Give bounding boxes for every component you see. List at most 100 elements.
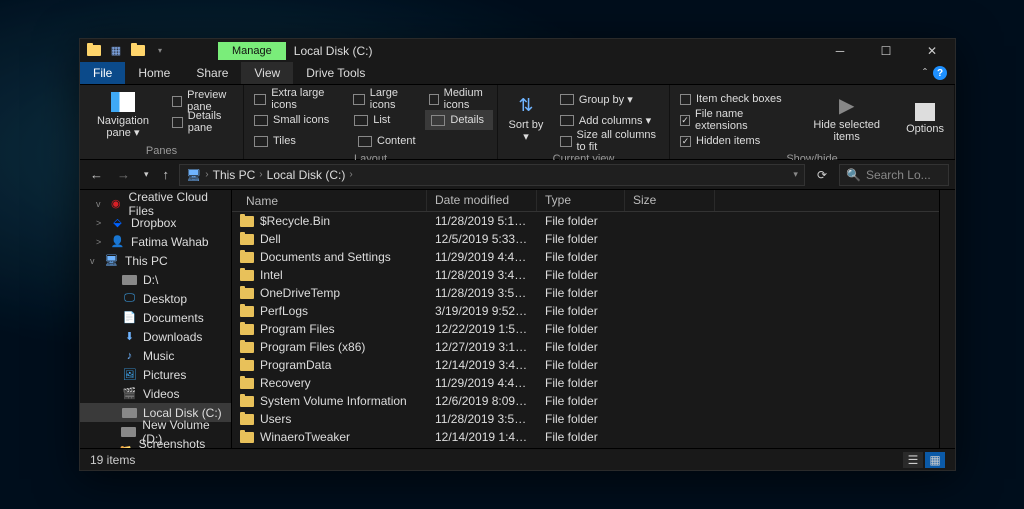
folder-icon: [240, 270, 254, 281]
layout-list-button[interactable]: List: [348, 110, 425, 130]
file-row[interactable]: Recovery11/29/2019 4:41 AMFile folder: [232, 374, 939, 392]
item-count: 19 items: [90, 453, 135, 467]
file-row[interactable]: PerfLogs3/19/2019 9:52 AMFile folder: [232, 302, 939, 320]
expand-icon[interactable]: >: [96, 237, 104, 247]
preview-pane-button[interactable]: Preview pane: [166, 91, 239, 111]
recent-dropdown[interactable]: ▾: [140, 169, 153, 180]
layout-tiles-button[interactable]: Tiles: [248, 131, 352, 151]
sidebar-label: Dropbox: [131, 216, 176, 230]
refresh-button[interactable]: ⟳: [811, 168, 833, 182]
details-view-toggle[interactable]: ☰: [903, 452, 923, 468]
layout-details-button[interactable]: Details: [425, 110, 493, 130]
search-input[interactable]: 🔍 Search Lo...: [839, 164, 949, 186]
sidebar-label: This PC: [125, 254, 168, 268]
breadcrumb-dropdown[interactable]: ▾: [793, 169, 798, 180]
sort-by-button[interactable]: ⇅ Sort by ▾: [502, 87, 550, 151]
content-icon: [358, 136, 372, 147]
chevron-right-icon[interactable]: ›: [349, 169, 352, 180]
sidebar-item[interactable]: 🖼Pictures: [80, 365, 231, 384]
add-columns-button[interactable]: Add columns ▾: [554, 110, 665, 130]
sidebar-item[interactable]: 📄Documents: [80, 308, 231, 327]
breadcrumb[interactable]: 🖥 › This PC › Local Disk (C:) › ▾: [179, 164, 805, 186]
qat-dropdown-icon[interactable]: ▾: [152, 43, 168, 59]
menu-file[interactable]: File: [80, 62, 125, 84]
close-button[interactable]: ✕: [909, 39, 955, 62]
menu-home[interactable]: Home: [125, 62, 183, 84]
sidebar-label: Documents: [143, 311, 204, 325]
file-row[interactable]: Program Files12/22/2019 1:51 AMFile fold…: [232, 320, 939, 338]
collapse-ribbon-icon[interactable]: ˆ: [923, 66, 927, 80]
file-row[interactable]: System Volume Information12/6/2019 8:09 …: [232, 392, 939, 410]
file-name: OneDriveTemp: [260, 286, 340, 300]
col-size[interactable]: Size: [625, 190, 715, 211]
file-row[interactable]: OneDriveTemp11/28/2019 3:57 PMFile folde…: [232, 284, 939, 302]
sidebar-item[interactable]: >👤Fatima Wahab: [80, 232, 231, 251]
menu-drive-tools[interactable]: Drive Tools: [293, 62, 378, 84]
sidebar-item[interactable]: D:\: [80, 270, 231, 289]
titlebar[interactable]: ▦ ▾ Manage Local Disk (C:) ─ ☐ ✕: [80, 39, 955, 62]
file-extensions-toggle[interactable]: ✓File name extensions: [674, 110, 793, 130]
file-date: 11/29/2019 4:42 AM: [427, 250, 537, 264]
sidebar-label: D:\: [143, 273, 158, 287]
navigation-pane-label: Navigation pane ▾: [90, 115, 156, 139]
file-row[interactable]: Users11/28/2019 3:57 PMFile folder: [232, 410, 939, 428]
col-name[interactable]: Name: [232, 190, 427, 211]
file-row[interactable]: ProgramData12/14/2019 3:46 AMFile folder: [232, 356, 939, 374]
details-pane-button[interactable]: Details pane: [166, 112, 239, 132]
maximize-button[interactable]: ☐: [863, 39, 909, 62]
expand-icon[interactable]: >: [96, 218, 104, 228]
hide-selected-button[interactable]: ▶ Hide selected items: [797, 87, 896, 151]
file-row[interactable]: Documents and Settings11/29/2019 4:42 AM…: [232, 248, 939, 266]
menu-share[interactable]: Share: [183, 62, 241, 84]
up-button[interactable]: ↑: [159, 167, 174, 182]
file-row[interactable]: Intel11/28/2019 3:49 PMFile folder: [232, 266, 939, 284]
hide-icon: ▶: [833, 95, 861, 117]
sidebar-item[interactable]: v🖥This PC: [80, 251, 231, 270]
breadcrumb-segment[interactable]: Local Disk (C:): [267, 168, 346, 182]
help-icon[interactable]: ?: [933, 66, 947, 80]
properties-icon[interactable]: ▦: [108, 43, 124, 59]
scrollbar[interactable]: [939, 190, 955, 448]
sort-icon: ⇅: [512, 95, 540, 117]
hidden-items-toggle[interactable]: ✓Hidden items: [674, 131, 793, 151]
layout-content-button[interactable]: Content: [352, 131, 432, 151]
file-date: 12/6/2019 8:09 PM: [427, 394, 537, 408]
size-columns-icon: [560, 136, 572, 147]
sidebar-item[interactable]: v◉Creative Cloud Files: [80, 194, 231, 213]
minimize-button[interactable]: ─: [817, 39, 863, 62]
sidebar-item[interactable]: 📁Screenshots (\\MACBOOK: [80, 441, 231, 448]
chevron-right-icon[interactable]: ›: [259, 169, 262, 180]
sidebar-item[interactable]: 🖵Desktop: [80, 289, 231, 308]
menu-view[interactable]: View: [241, 62, 293, 84]
folder-icon: [240, 216, 254, 227]
sidebar-item[interactable]: ⬇Downloads: [80, 327, 231, 346]
chevron-right-icon[interactable]: ›: [205, 169, 208, 180]
col-date[interactable]: Date modified: [427, 190, 537, 211]
sidebar-item[interactable]: 🎬Videos: [80, 384, 231, 403]
file-row[interactable]: Dell12/5/2019 5:33 PMFile folder: [232, 230, 939, 248]
col-type[interactable]: Type: [537, 190, 625, 211]
contextual-tab-manage[interactable]: Manage: [218, 42, 286, 60]
navigation-pane-button[interactable]: Navigation pane ▾: [84, 87, 162, 143]
file-row[interactable]: Program Files (x86)12/27/2019 3:19 AMFil…: [232, 338, 939, 356]
dl-icon: ⬇: [122, 330, 137, 343]
group-by-button[interactable]: Group by ▾: [554, 89, 665, 109]
layout-small-button[interactable]: Small icons: [248, 110, 348, 130]
forward-button[interactable]: →: [113, 167, 134, 182]
icons-view-toggle[interactable]: ▦: [925, 452, 945, 468]
item-checkboxes-toggle[interactable]: Item check boxes: [674, 89, 793, 109]
layout-xl-button[interactable]: Extra large icons: [248, 89, 347, 109]
back-button[interactable]: ←: [86, 167, 107, 182]
file-type: File folder: [537, 376, 625, 390]
expand-icon[interactable]: v: [90, 256, 98, 266]
expand-icon[interactable]: v: [96, 199, 103, 209]
layout-large-button[interactable]: Large icons: [347, 89, 423, 109]
navigation-sidebar[interactable]: v◉Creative Cloud Files>⬙Dropbox>👤Fatima …: [80, 190, 232, 448]
file-row[interactable]: WinaeroTweaker12/14/2019 1:44 AMFile fol…: [232, 428, 939, 446]
breadcrumb-segment[interactable]: This PC: [213, 168, 256, 182]
size-columns-button[interactable]: Size all columns to fit: [554, 131, 665, 151]
options-button[interactable]: Options: [900, 87, 950, 151]
file-row[interactable]: $Recycle.Bin11/28/2019 5:12 PMFile folde…: [232, 212, 939, 230]
sidebar-item[interactable]: ♪Music: [80, 346, 231, 365]
layout-medium-button[interactable]: Medium icons: [423, 89, 493, 109]
